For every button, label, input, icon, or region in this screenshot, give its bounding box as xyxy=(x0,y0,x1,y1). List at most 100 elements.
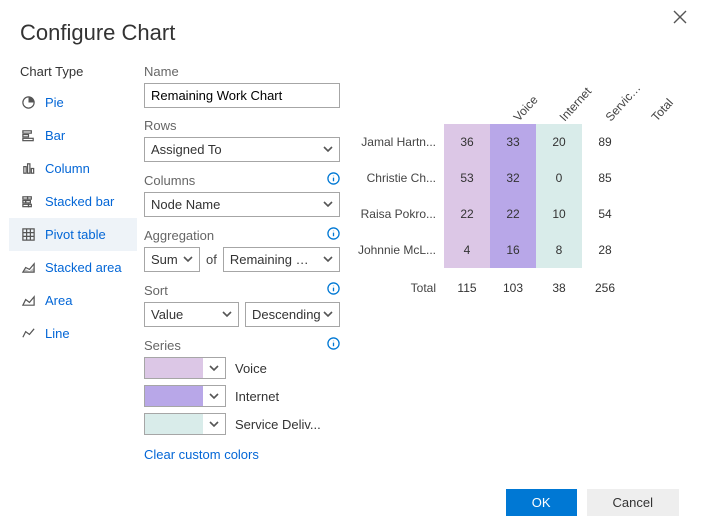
sort-label: Sort xyxy=(144,283,168,298)
cancel-button[interactable]: Cancel xyxy=(587,489,679,516)
chevron-down-icon xyxy=(222,307,232,322)
sidebar-item-label: Stacked bar xyxy=(45,194,114,209)
sidebar-item-label: Bar xyxy=(45,128,65,143)
columns-select[interactable]: Node Name xyxy=(144,192,340,217)
series-label: Internet xyxy=(235,389,279,404)
chevron-down-icon xyxy=(183,252,193,267)
pivot-cell: 10 xyxy=(536,196,582,232)
chart-type-label: Chart Type xyxy=(8,64,138,85)
pivot-cell: 20 xyxy=(536,124,582,160)
chevron-down-icon xyxy=(203,363,225,373)
pivot-cell: 22 xyxy=(444,196,490,232)
chart-type-icon xyxy=(21,128,36,143)
pivot-cell: 54 xyxy=(582,196,628,232)
chart-type-icon xyxy=(21,227,36,242)
chart-preview: VoiceInternetService Del...TotalJamal Ha… xyxy=(352,64,701,472)
chart-type-icon xyxy=(21,194,36,209)
sidebar-item-stacked-bar[interactable]: Stacked bar xyxy=(9,185,137,218)
sidebar-item-label: Pie xyxy=(45,95,64,110)
series-row: Internet xyxy=(144,385,340,407)
sidebar-item-label: Pivot table xyxy=(45,227,106,242)
pivot-cell: 22 xyxy=(490,196,536,232)
pivot-cell: 4 xyxy=(444,232,490,268)
chart-type-icon xyxy=(21,95,36,110)
pivot-cell: 33 xyxy=(490,124,536,160)
series-color-picker[interactable] xyxy=(144,413,226,435)
color-swatch xyxy=(145,358,203,378)
pivot-total-cell: 38 xyxy=(536,268,582,308)
color-swatch xyxy=(145,414,203,434)
name-input[interactable] xyxy=(144,83,340,108)
chart-type-sidebar: Chart Type Pie Bar Column Stacked bar Pivot … xyxy=(8,64,138,472)
series-row: Service Deliv... xyxy=(144,413,340,435)
sidebar-item-pie[interactable]: Pie xyxy=(9,86,137,119)
series-label: Service Deliv... xyxy=(235,417,321,432)
chart-type-icon xyxy=(21,326,36,341)
ok-button[interactable]: OK xyxy=(506,489,577,516)
chevron-down-icon xyxy=(323,252,333,267)
pivot-cell: 36 xyxy=(444,124,490,160)
sort-field-select[interactable]: Value xyxy=(144,302,239,327)
pivot-total-cell: 115 xyxy=(444,268,490,308)
info-icon[interactable] xyxy=(327,282,340,298)
pivot-row-label: Johnnie McL... xyxy=(358,232,444,268)
pivot-row-label: Raisa Pokro... xyxy=(358,196,444,232)
chevron-down-icon xyxy=(323,197,333,212)
chevron-down-icon xyxy=(323,307,333,322)
series-color-picker[interactable] xyxy=(144,357,226,379)
series-label: Voice xyxy=(235,361,267,376)
pivot-cell: 89 xyxy=(582,124,628,160)
series-label: Series xyxy=(144,338,181,353)
info-icon[interactable] xyxy=(327,172,340,188)
sidebar-item-line[interactable]: Line xyxy=(9,317,137,350)
chart-type-icon xyxy=(21,260,36,275)
pivot-row: Johnnie McL...416828 xyxy=(358,232,693,268)
pivot-cell: 32 xyxy=(490,160,536,196)
pivot-cell: 8 xyxy=(536,232,582,268)
pivot-total-row: Total11510338256 xyxy=(358,268,693,308)
close-button[interactable] xyxy=(673,10,687,27)
rows-label: Rows xyxy=(144,118,340,137)
pivot-row-label: Total xyxy=(358,270,444,306)
series-row: Voice xyxy=(144,357,340,379)
chevron-down-icon xyxy=(203,419,225,429)
pivot-column-header: Total xyxy=(626,60,689,124)
pivot-cell: 28 xyxy=(582,232,628,268)
pivot-cell: 16 xyxy=(490,232,536,268)
pivot-cell: 0 xyxy=(536,160,582,196)
chevron-down-icon xyxy=(323,142,333,157)
series-color-picker[interactable] xyxy=(144,385,226,407)
columns-label: Columns xyxy=(144,173,195,188)
info-icon[interactable] xyxy=(327,337,340,353)
pivot-cell: 53 xyxy=(444,160,490,196)
sidebar-item-label: Column xyxy=(45,161,90,176)
aggregation-select[interactable]: Sum xyxy=(144,247,200,272)
chart-type-icon xyxy=(21,293,36,308)
clear-colors-link[interactable]: Clear custom colors xyxy=(144,441,340,462)
pivot-row: Christie Ch...5332085 xyxy=(358,160,693,196)
chevron-down-icon xyxy=(203,391,225,401)
pivot-row-label: Christie Ch... xyxy=(358,160,444,196)
pivot-total-cell: 103 xyxy=(490,268,536,308)
of-label: of xyxy=(206,252,217,267)
chart-type-icon xyxy=(21,161,36,176)
sidebar-item-pivot-table[interactable]: Pivot table xyxy=(9,218,137,251)
sidebar-item-area[interactable]: Area xyxy=(9,284,137,317)
sidebar-item-label: Line xyxy=(45,326,70,341)
pivot-row-label: Jamal Hartn... xyxy=(358,124,444,160)
rows-select[interactable]: Assigned To xyxy=(144,137,340,162)
sidebar-item-bar[interactable]: Bar xyxy=(9,119,137,152)
sidebar-item-label: Stacked area xyxy=(45,260,122,275)
config-form: Name Rows Assigned To Columns Node Name … xyxy=(138,64,352,472)
pivot-row: Jamal Hartn...36332089 xyxy=(358,124,693,160)
sidebar-item-column[interactable]: Column xyxy=(9,152,137,185)
dialog-title: Configure Chart xyxy=(0,0,701,46)
aggregation-label: Aggregation xyxy=(144,228,214,243)
aggregation-field-select[interactable]: Remaining Work xyxy=(223,247,340,272)
sort-order-select[interactable]: Descending xyxy=(245,302,340,327)
pivot-total-cell: 256 xyxy=(582,268,628,308)
info-icon[interactable] xyxy=(327,227,340,243)
color-swatch xyxy=(145,386,203,406)
sidebar-item-stacked-area[interactable]: Stacked area xyxy=(9,251,137,284)
sidebar-item-label: Area xyxy=(45,293,72,308)
